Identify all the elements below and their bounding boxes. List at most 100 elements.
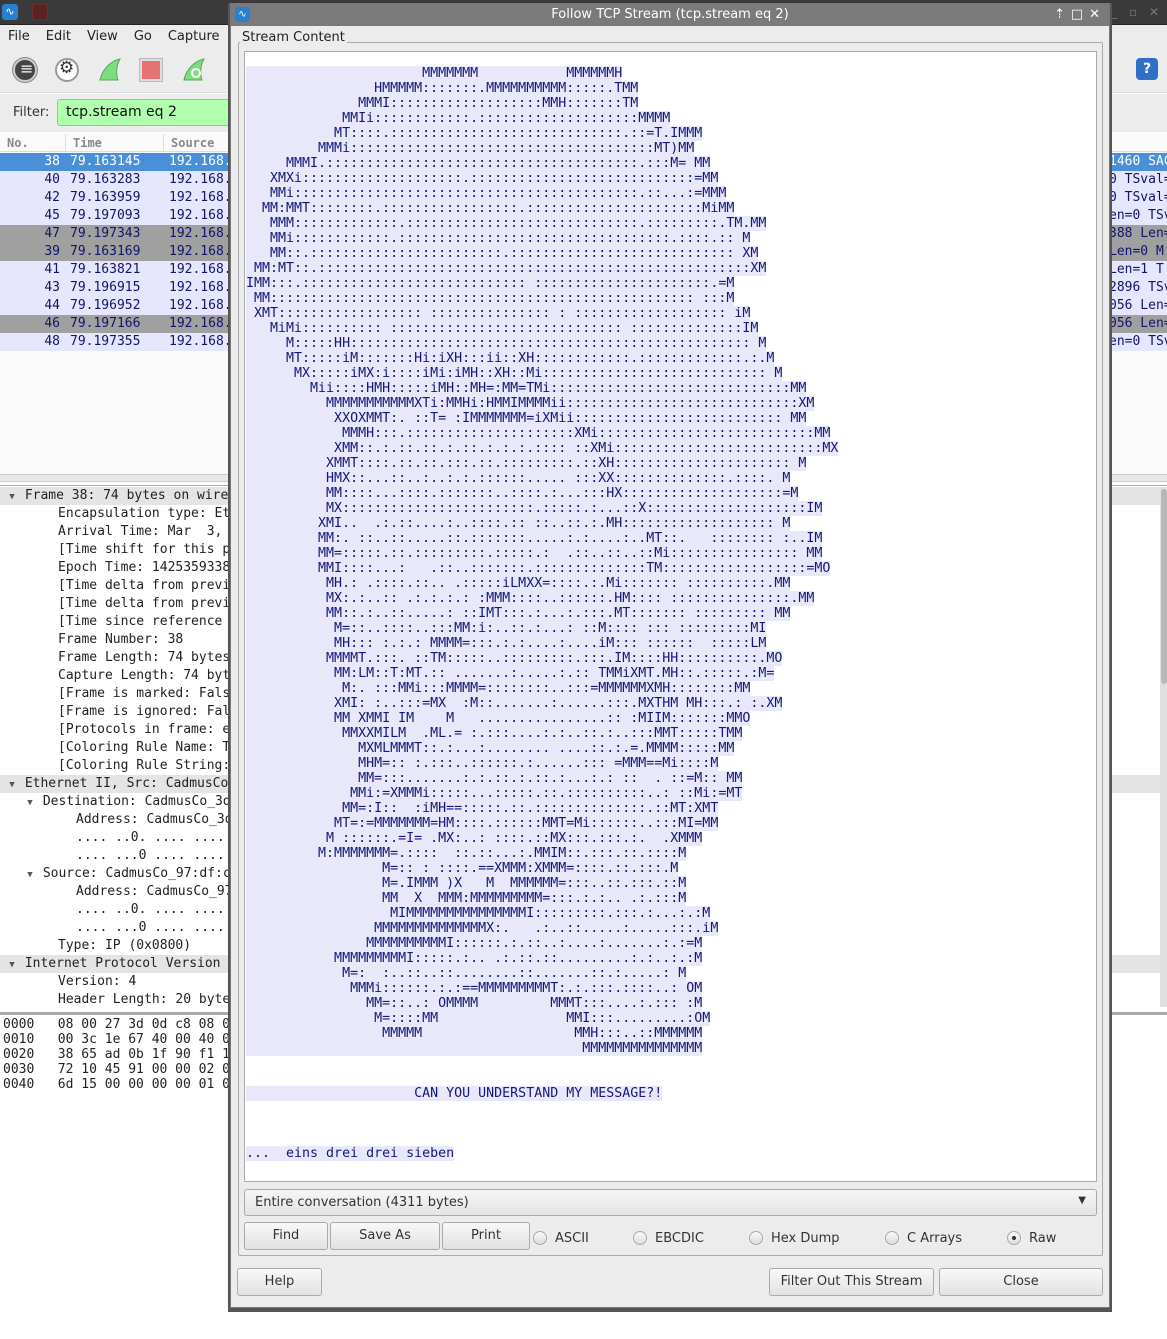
expand-triangle-icon[interactable]: ▼ [7, 776, 17, 794]
expand-triangle-icon[interactable]: ▼ [7, 488, 17, 506]
packet-time: 79.197166 [70, 316, 141, 331]
stream-line-text: MMi:=XMMMi:::::...:::::.::.::::::::::..:… [246, 786, 743, 801]
expand-triangle-icon[interactable]: ▼ [25, 794, 35, 812]
hex-row[interactable]: 0000 08 00 27 3d 0d c8 08 00 [3, 1017, 238, 1032]
tree-item-text: Ethernet II, Src: CadmusCo [24, 776, 229, 791]
radio-raw-indicator[interactable] [1007, 1231, 1021, 1245]
expand-triangle-icon[interactable]: ▼ [25, 866, 35, 884]
stream-line: MMi:::::::::::::::::::::::::::::::::::::… [246, 186, 838, 201]
stream-line-text: M:MMMMMMM=.:::: ::.::...:.MMIM::.:::.::.… [246, 846, 687, 861]
packet-info: 0 TSval= [1109, 190, 1167, 205]
hex-row[interactable]: 0040 6d 15 00 00 00 00 01 03 [3, 1077, 238, 1092]
menu-file[interactable]: File [0, 29, 38, 44]
tree-item-text: Version: 4 [58, 974, 137, 989]
radio-ascii[interactable]: ASCII [533, 1228, 589, 1248]
packet-time: 79.163821 [70, 262, 141, 277]
stream-line-text: MX:.:..:: .:.:.:.: :MMM::::..::::::.HM::… [246, 591, 815, 606]
packet-source: 192.168. [169, 262, 232, 277]
stream-content-textview[interactable]: MMMMMMM MMMMMMH HMMMMM:::::::.MMMMMMMMMM… [244, 51, 1097, 1182]
packet-no: 41 [44, 262, 60, 277]
print-button[interactable]: Print [442, 1222, 530, 1250]
stream-line: MMMMMMMMMMMMMMX:. .:..::.....:.....:::.i… [246, 921, 838, 936]
capture-options-icon[interactable] [55, 58, 79, 82]
save-as-button[interactable]: Save As [330, 1222, 440, 1250]
maximize-icon[interactable]: □ [1071, 4, 1083, 26]
stream-line: MH::: :.:.: MMMM=:::.:.:....:....iM::: :… [246, 636, 838, 651]
tree-item-text: Frame Length: 74 bytes ( [58, 650, 246, 665]
conversation-direction-select[interactable]: Entire conversation (4311 bytes) ▼ [244, 1189, 1097, 1216]
radio-raw[interactable]: Raw [1007, 1228, 1056, 1248]
radio-c-arrays-indicator[interactable] [885, 1231, 899, 1245]
radio-ebcdic-indicator[interactable] [633, 1231, 647, 1245]
packet-no: 46 [44, 316, 60, 331]
stream-line: XMT:::::::::::::::::: ::::::::::::::: : … [246, 306, 838, 321]
stream-line: ​ [246, 1116, 838, 1131]
radio-hex-dump[interactable]: Hex Dump [749, 1228, 840, 1248]
find-button[interactable]: Find [244, 1222, 328, 1250]
stream-line: MMXXMILM .ML.= :.:::....:.:..::.:..:::MM… [246, 726, 838, 741]
stream-line: MMMI:::::::::::::::::::MMH:::::::TM [246, 96, 838, 111]
packet-time: 79.196952 [70, 298, 141, 313]
radio-ebcdic[interactable]: EBCDIC [633, 1228, 704, 1248]
stream-line-text: MM=:I:: :iMH==:::::.::.::::::::::::::.::… [246, 801, 719, 816]
filter-out-stream-button[interactable]: Filter Out This Stream [769, 1268, 934, 1296]
keep-above-icon[interactable]: ⇡ [1054, 4, 1065, 26]
tree-item-text: Epoch Time: 1425359338.8 [58, 560, 246, 575]
close-window-icon[interactable]: ✕ [1089, 4, 1100, 26]
stream-line: MX:::::iMX:i::::iMi:iMH::XH::Mi:::::::::… [246, 366, 838, 381]
restart-capture-icon[interactable] [182, 58, 206, 82]
stream-line-text: MM::.::::::::::::::::::::::::.::::::::::… [246, 246, 759, 261]
details-scrollbar[interactable] [1160, 487, 1167, 1007]
stream-line: ​ [246, 1071, 838, 1086]
hex-row[interactable]: 0010 00 3c 1e 67 40 00 40 06 [3, 1032, 238, 1047]
packet-info: en=0 TSv [1109, 334, 1167, 349]
packet-info: 2896 TSv [1109, 280, 1167, 295]
stream-line: MMMi::::::::::::::::::::::::::::::::::::… [246, 141, 838, 156]
packet-no: 47 [44, 226, 60, 241]
stream-line: MMM:::::::::::::.:::::::::::::::::::::::… [246, 216, 838, 231]
stream-line-text: XMM::.:.::.::.:.::.:.:.:.:::: ::XMi:::::… [246, 441, 839, 456]
radio-c-arrays-label: C Arrays [907, 1230, 962, 1246]
stream-line-text: MMMMMMMMMI:::::.:.. .:.::.::.........:.:… [246, 951, 703, 966]
packet-info: 056 Len= [1109, 298, 1167, 313]
close-button[interactable]: Close [939, 1268, 1103, 1296]
packet-source: 192.168. [169, 298, 232, 313]
radio-ascii-indicator[interactable] [533, 1231, 547, 1245]
packet-source: 192.168. [169, 244, 232, 259]
radio-hex-dump-indicator[interactable] [749, 1231, 763, 1245]
scrollbar-thumb[interactable] [1161, 489, 1167, 684]
tree-item-text: Frame Number: 38 [58, 632, 184, 647]
packet-time: 79.197343 [70, 226, 141, 241]
help-icon[interactable]: ? [1136, 58, 1158, 80]
expand-triangle-icon[interactable]: ▼ [7, 956, 17, 974]
terminal-app-icon [32, 4, 48, 20]
menu-capture[interactable]: Capture [160, 29, 228, 44]
column-header-no[interactable]: No. [7, 136, 29, 150]
stream-line-text: M=::::MM MMI:::.........:OM [246, 1011, 711, 1026]
stop-capture-icon[interactable] [140, 59, 162, 81]
stream-line: MM::::...::::.:::::::..::::.:...:::HX:::… [246, 486, 838, 501]
stream-line-text: MMM:::::::::::::.:::::::::::::::::::::::… [246, 216, 767, 231]
menu-edit[interactable]: Edit [38, 29, 79, 44]
menu-view[interactable]: View [79, 29, 126, 44]
hex-row[interactable]: 0030 72 10 45 91 00 00 02 04 [3, 1062, 238, 1077]
menu-go[interactable]: Go [126, 29, 160, 44]
column-header-source[interactable]: Source [171, 136, 214, 150]
radio-c-arrays[interactable]: C Arrays [885, 1228, 962, 1248]
stream-line: XXOXMMT:. ::T= :IMMMMMMM=iXMii::::::::::… [246, 411, 838, 426]
help-button[interactable]: Help [237, 1268, 322, 1296]
stream-line: MM:MMT::::::::.:::::::::::::::::.:::::::… [246, 201, 838, 216]
start-capture-icon[interactable] [98, 58, 122, 82]
stream-line: MT=:=MMMMMMM=HM::::.::::::MMT=Mi::::::..… [246, 816, 838, 831]
stream-line-text: MMMI:::::::::::::::::::MMH:::::::TM [246, 96, 639, 111]
stream-line-text: MM::::...::::.:::::::..::::.:...:::HX:::… [246, 486, 799, 501]
stream-line: MM=::..: OMMMM MMMT:::....:.::: :M [246, 996, 838, 1011]
packet-no: 40 [44, 172, 60, 187]
column-header-time[interactable]: Time [73, 136, 102, 150]
stream-line-text: CAN YOU UNDERSTAND MY MESSAGE?! [246, 1086, 663, 1101]
stream-line: HMX::...::..:..:.:.::::::..... :::XX::::… [246, 471, 838, 486]
stream-line: M ::::::.=I= .MX:..: ::::.::MX:::.:::.:.… [246, 831, 838, 846]
interface-list-icon[interactable] [13, 58, 37, 82]
hex-row[interactable]: 0020 38 65 ad 0b 1f 90 f1 10 [3, 1047, 238, 1062]
tree-item-text: [Coloring Rule String: t [58, 758, 246, 773]
